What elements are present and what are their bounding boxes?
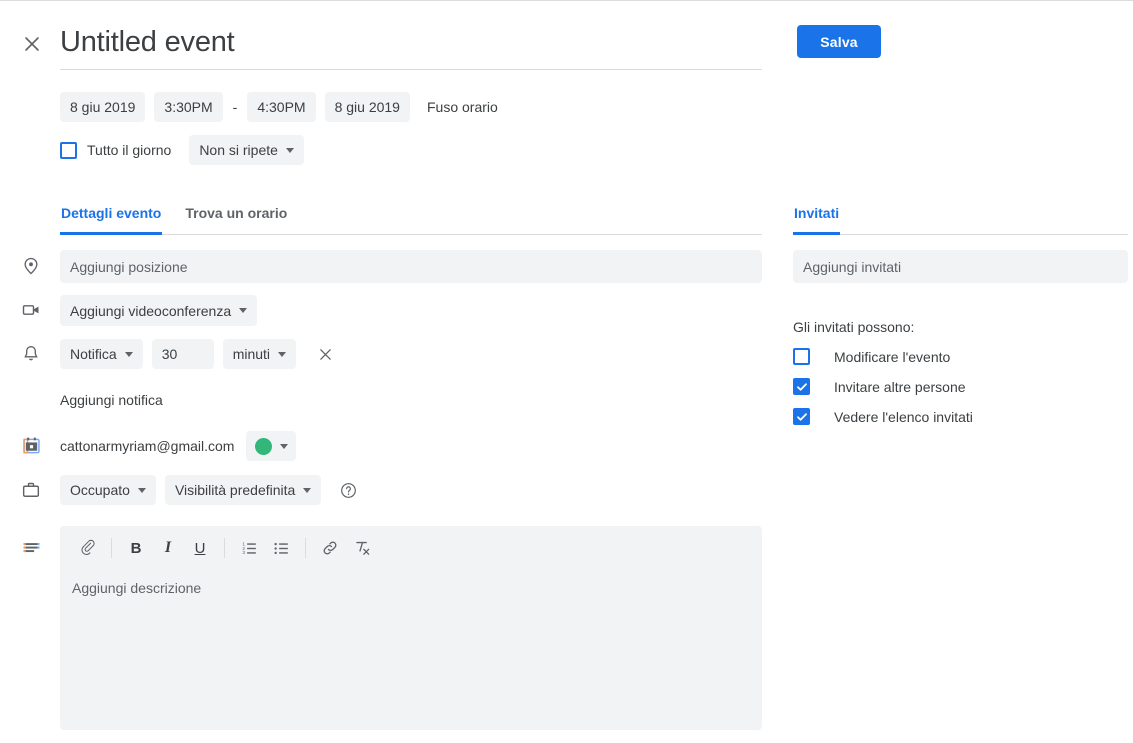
busy-status-dropdown[interactable]: Occupato	[60, 475, 156, 505]
close-icon[interactable]	[18, 30, 46, 58]
title-area: Untitled event	[60, 23, 762, 70]
bell-icon	[19, 342, 43, 366]
event-color-row	[246, 431, 296, 461]
video-camera-icon	[19, 298, 43, 322]
title-divider	[60, 69, 762, 70]
link-icon[interactable]	[315, 533, 345, 563]
location-input[interactable]: Aggiungi posizione	[60, 250, 762, 283]
clear-format-icon[interactable]	[347, 533, 377, 563]
svg-text:3: 3	[242, 550, 245, 556]
toolbar-divider	[305, 538, 306, 558]
notification-type-dropdown[interactable]: Notifica	[60, 339, 143, 369]
busy-status-value: Occupato	[70, 482, 130, 498]
add-conference-label: Aggiungi videoconferenza	[70, 302, 232, 319]
toolbar-divider	[111, 538, 112, 558]
color-swatch-icon	[255, 437, 272, 455]
event-editor-page: Untitled event Salva 8 giu 2019 3:30PM -…	[0, 0, 1133, 743]
notification-unit-dropdown[interactable]: minuti	[222, 339, 297, 369]
description-toolbar: B I U 123	[60, 526, 762, 570]
permission-checkbox-modify-event[interactable]	[793, 348, 810, 365]
help-circle-icon[interactable]	[336, 478, 360, 502]
time-range-separator: -	[232, 99, 238, 115]
conference-row: Aggiungi videoconferenza	[60, 295, 258, 326]
all-day-label[interactable]: Tutto il giorno	[87, 142, 171, 158]
permission-checkbox-see-guest-list[interactable]	[793, 408, 810, 425]
permission-checkbox-invite-others[interactable]	[793, 378, 810, 395]
visibility-dropdown[interactable]: Visibilità predefinita	[164, 475, 322, 505]
italic-icon[interactable]: I	[153, 533, 183, 563]
permission-row-see-list: Vedere l'elenco invitati	[793, 408, 973, 425]
chevron-down-icon	[285, 147, 294, 153]
calendar-icon	[19, 433, 43, 457]
add-guests-input[interactable]: Aggiungi invitati	[793, 250, 1128, 283]
underline-icon[interactable]: U	[185, 533, 215, 563]
start-date-field[interactable]: 8 giu 2019	[60, 92, 146, 122]
numbered-list-icon[interactable]: 123	[234, 533, 264, 563]
chevron-down-icon	[278, 351, 287, 357]
toolbar-divider	[224, 538, 225, 558]
chevron-down-icon	[239, 308, 248, 313]
chevron-down-icon	[137, 487, 146, 493]
add-conference-dropdown[interactable]: Aggiungi videoconferenza	[60, 295, 258, 326]
notification-unit-value: minuti	[232, 346, 271, 362]
bulleted-list-icon[interactable]	[266, 533, 296, 563]
tab-find-time[interactable]: Trova un orario	[184, 201, 288, 235]
tab-guests[interactable]: Invitati	[793, 201, 841, 235]
tab-event-details[interactable]: Dettagli evento	[60, 201, 163, 235]
recurrence-dropdown[interactable]: Non si ripete	[189, 135, 304, 165]
description-lines-icon	[19, 535, 43, 559]
right-tabs: Invitati	[793, 201, 1128, 235]
event-color-dropdown[interactable]	[246, 431, 296, 461]
location-pin-icon	[19, 254, 43, 278]
left-tabs: Dettagli evento Trova un orario	[60, 201, 762, 235]
bold-icon[interactable]: B	[121, 533, 151, 563]
save-button[interactable]: Salva	[797, 25, 881, 58]
notification-type-value: Notifica	[70, 346, 117, 362]
allday-recurrence-row: Tutto il giorno Non si ripete	[60, 135, 304, 165]
attach-icon[interactable]	[72, 533, 102, 563]
permission-label-modify-event[interactable]: Modificare l'evento	[834, 349, 950, 365]
visibility-value: Visibilità predefinita	[174, 482, 296, 498]
description-editor: B I U 123 Aggiungi descrizione	[60, 526, 762, 730]
datetime-row: 8 giu 2019 3:30PM - 4:30PM 8 giu 2019 Fu…	[60, 92, 498, 122]
description-input[interactable]: Aggiungi descrizione	[60, 570, 762, 596]
end-date-field[interactable]: 8 giu 2019	[324, 92, 410, 122]
availability-row: Occupato Visibilità predefinita	[60, 475, 360, 505]
event-title-input[interactable]: Untitled event	[60, 23, 762, 69]
calendar-owner-email: cattonarmyriam@gmail.com	[60, 438, 235, 454]
add-notification-button[interactable]: Aggiungi notifica	[60, 392, 163, 408]
chevron-down-icon	[280, 443, 288, 449]
guest-permissions-title: Gli invitati possono:	[793, 319, 915, 335]
briefcase-icon	[19, 478, 43, 502]
permission-label-invite-others[interactable]: Invitare altre persone	[834, 379, 966, 395]
permission-label-see-guest-list[interactable]: Vedere l'elenco invitati	[834, 409, 973, 425]
remove-notification-icon[interactable]	[313, 342, 337, 366]
end-time-field[interactable]: 4:30PM	[247, 92, 316, 122]
recurrence-value: Non si ripete	[199, 142, 278, 158]
start-time-field[interactable]: 3:30PM	[154, 92, 223, 122]
notification-amount-input[interactable]	[151, 339, 214, 369]
permission-row-invite: Invitare altre persone	[793, 378, 966, 395]
permission-row-modify: Modificare l'evento	[793, 348, 950, 365]
chevron-down-icon	[124, 351, 133, 357]
chevron-down-icon	[303, 487, 312, 493]
all-day-checkbox[interactable]	[60, 141, 77, 159]
timezone-button[interactable]: Fuso orario	[427, 92, 498, 122]
notification-row: Notifica minuti	[60, 339, 337, 369]
